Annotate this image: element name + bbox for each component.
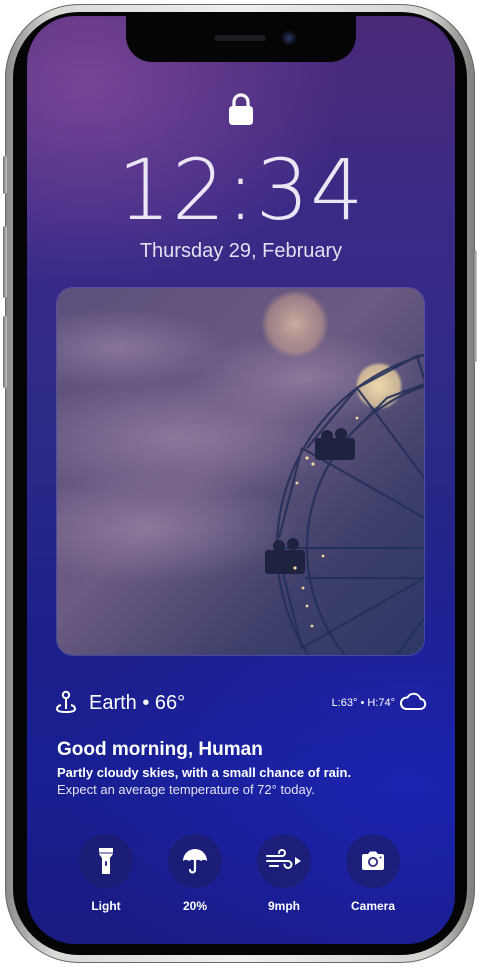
cloud-icon [400,692,427,710]
umbrella-icon [183,849,207,874]
front-camera [282,31,296,45]
ferris-wheel-image [57,288,424,655]
rain-chance-circle[interactable] [168,834,222,888]
location-pin-icon [55,690,77,714]
flashlight-icon [99,848,113,874]
camera-circle[interactable] [346,834,400,888]
ferris-wheel-photo[interactable] [57,288,424,655]
wind-icon [266,849,301,869]
camera-label: Camera [350,899,396,913]
notch [126,16,356,62]
camera-button[interactable]: Camera [345,834,401,913]
wind-speed-circle[interactable] [257,834,311,888]
flashlight-button[interactable]: Light [78,834,134,913]
earpiece-speaker [214,35,266,41]
forecast-text: Partly cloudy skies, with a small chance… [57,765,352,780]
power-button [473,250,477,362]
rain-chance-button[interactable]: 20% [167,834,223,913]
action-button [3,156,7,194]
quick-actions: Light 20% 9mph Camera [78,834,408,914]
low-high-temperature: L:63° • H:74° [331,697,395,709]
wind-speed-label: 9mph [267,899,300,913]
flashlight-circle[interactable] [79,834,133,888]
location-temperature: Earth • 66° [89,692,186,714]
lock-icon [229,93,253,125]
volume-down-button [3,316,7,388]
lock-clock: 12:34 [117,141,365,239]
wind-speed-button[interactable]: 9mph [256,834,312,913]
flashlight-label: Light [91,899,121,913]
rain-chance-label: 20% [182,899,208,913]
temperature-expectation: Expect an average temperature of 72° tod… [57,782,315,797]
volume-up-button [3,226,7,298]
lock-screen: 12:34 Thursday 29, February Earth • 66° … [27,16,455,944]
weather-summary[interactable]: Earth • 66° L:63° • H:74° [55,688,427,720]
greeting-title: Good morning, Human [57,739,263,760]
lock-date: Thursday 29, February [139,240,343,262]
camera-icon [362,851,384,870]
